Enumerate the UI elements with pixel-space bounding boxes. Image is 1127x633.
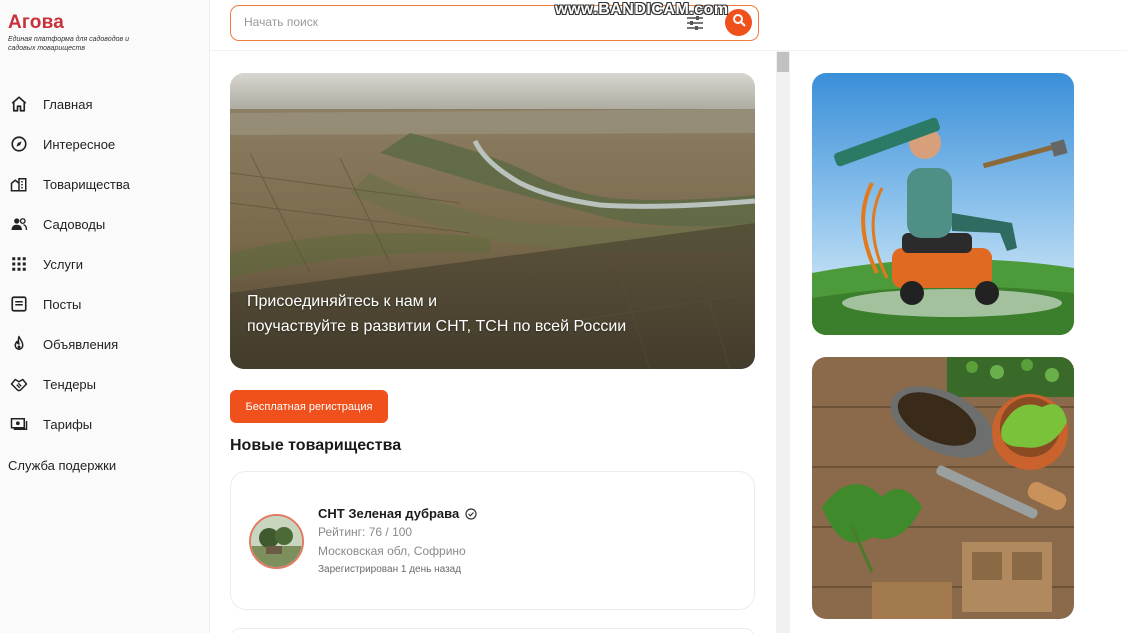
sidebar-item-home[interactable]: Главная: [0, 84, 210, 124]
hero-line-2: поучаствуйте в развитии СНТ, ТСН по всей…: [247, 318, 627, 335]
grid-icon: [9, 254, 29, 274]
free-registration-button[interactable]: Бесплатная регистрация: [230, 390, 388, 423]
sidebar-item-label: Интересное: [43, 136, 116, 152]
partnership-rating: Рейтинг: 76 / 100: [318, 525, 413, 539]
sidebar-item-posts[interactable]: Посты: [0, 284, 210, 324]
recording-watermark: www.BANDICAM.com: [555, 1, 729, 18]
partnership-location: Московская обл, Софрино: [318, 544, 466, 558]
hero-banner: Присоединяйтесь к нам и поучаствуйте в р…: [230, 73, 755, 369]
sidebar-item-label: Садоводы: [43, 216, 106, 232]
logo[interactable]: Агова Единая платформа для садоводов и с…: [8, 12, 148, 53]
promo-image-lawnmower: [812, 73, 1074, 335]
partnership-registered: Зарегистрирован 1 день назад: [318, 564, 462, 575]
partnership-name: СНТ Зеленая дубрава: [318, 506, 460, 521]
support-link[interactable]: Служба подержки: [8, 458, 116, 473]
hero-text: Присоединяйтесь к нам и поучаствуйте в р…: [247, 289, 626, 339]
search-icon: [732, 13, 746, 32]
header-divider: [210, 50, 1127, 51]
sidebar-item-tenders[interactable]: Тендеры: [0, 364, 210, 404]
sidebar-item-gardeners[interactable]: Садоводы: [0, 204, 210, 244]
sidebar-item-label: Услуги: [43, 256, 83, 272]
people-icon: [9, 214, 29, 234]
fire-icon: [9, 334, 29, 354]
sidebar-item-label: Тарифы: [43, 416, 93, 432]
buildings-icon: [9, 174, 29, 194]
page: Агова Единая платформа для садоводов и с…: [0, 0, 1127, 633]
verified-icon: [465, 507, 477, 520]
promo-banner-gardener[interactable]: [812, 73, 1074, 335]
sidebar-item-label: Посты: [43, 296, 82, 312]
sidebar: Агова Единая платформа для садоводов и с…: [0, 0, 210, 633]
search-button[interactable]: [725, 9, 752, 36]
section-title: Новые товарищества: [230, 437, 402, 454]
brand-tagline: Единая платформа для садоводов и садовых…: [8, 36, 129, 52]
sidebar-item-services[interactable]: Услуги: [0, 244, 210, 284]
sidebar-nav: Главная Интересное Товарищества Садоводы: [0, 84, 210, 444]
partnership-card[interactable]: [230, 628, 755, 633]
scrollbar-track[interactable]: [776, 51, 790, 633]
partnership-title[interactable]: СНТ Зеленая дубрава: [318, 506, 477, 521]
sidebar-item-label: Объявления: [43, 336, 119, 352]
avatar: [249, 514, 304, 569]
brand-name: Агова: [8, 12, 64, 33]
sidebar-item-tariffs[interactable]: Тарифы: [0, 404, 210, 444]
hero-line-1: Присоединяйтесь к нам и: [247, 293, 438, 310]
sidebar-item-label: Товарищества: [43, 176, 130, 192]
compass-icon: [9, 134, 29, 154]
posts-icon: [9, 294, 29, 314]
partnership-card[interactable]: СНТ Зеленая дубрава Рейтинг: 76 / 100 Мо…: [230, 471, 755, 610]
money-icon: [9, 414, 29, 434]
sidebar-item-partnerships[interactable]: Товарищества: [0, 164, 210, 204]
promo-image-garden-tools: [812, 357, 1074, 619]
scrollbar-thumb[interactable]: [777, 52, 789, 72]
handshake-icon: [9, 374, 29, 394]
sidebar-item-ads[interactable]: Объявления: [0, 324, 210, 364]
home-icon: [9, 94, 29, 114]
sidebar-item-label: Главная: [43, 96, 93, 112]
promo-banner-garden-tools[interactable]: [812, 357, 1074, 619]
sidebar-item-label: Тендеры: [43, 376, 97, 392]
sidebar-item-interesting[interactable]: Интересное: [0, 124, 210, 164]
